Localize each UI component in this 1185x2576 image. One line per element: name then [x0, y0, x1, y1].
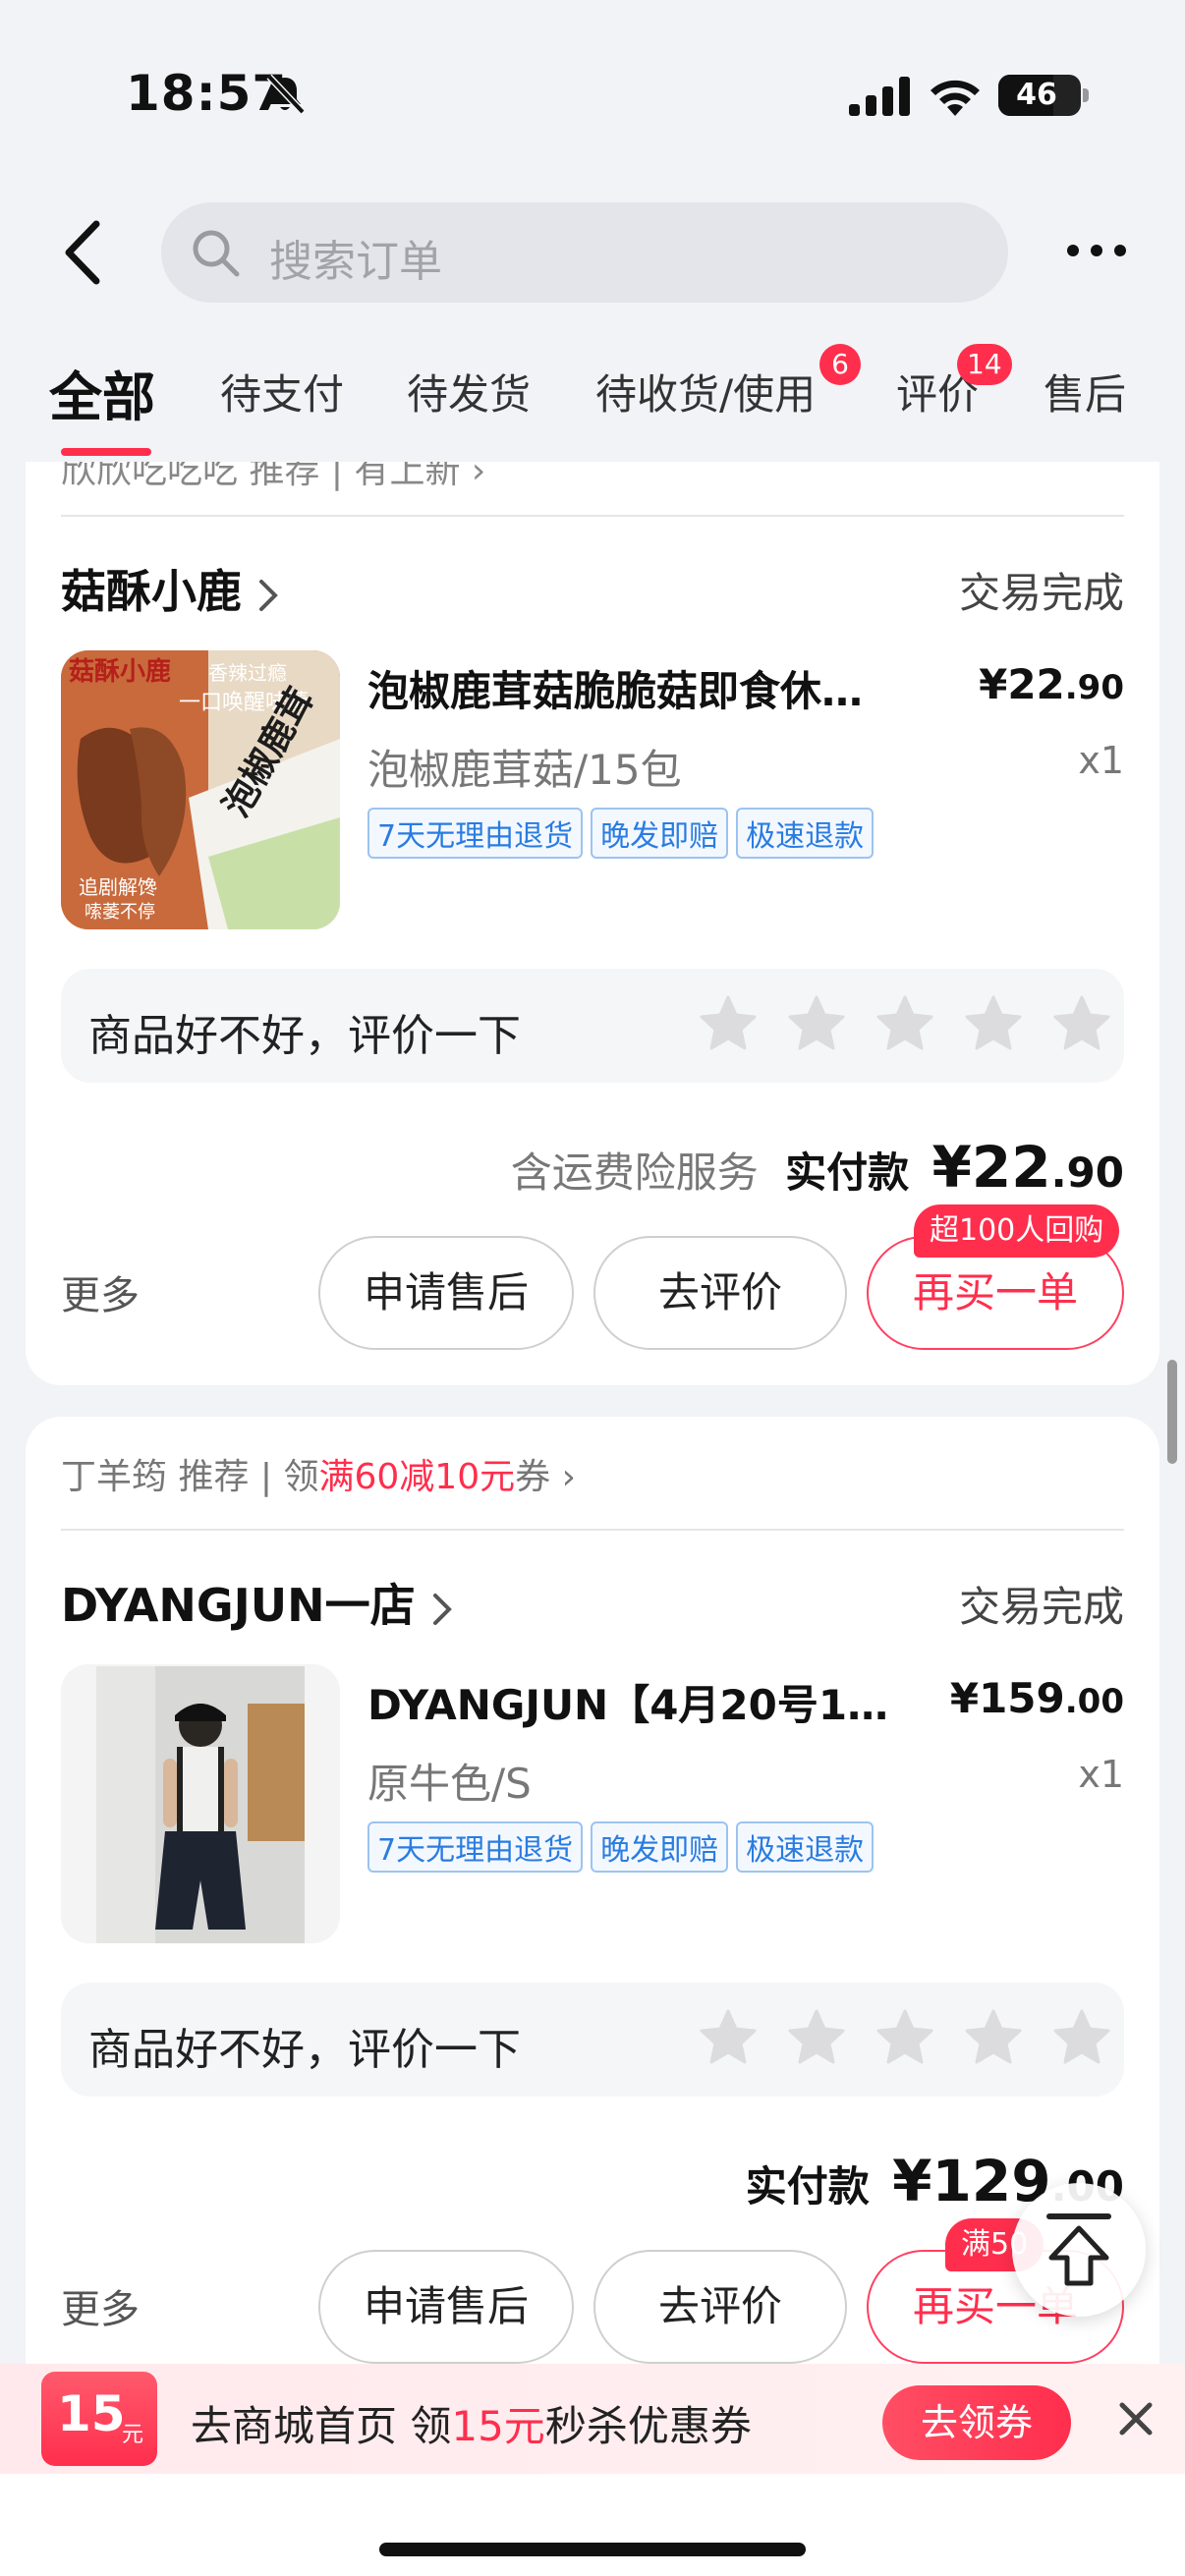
wifi-icon [931, 80, 980, 116]
order-status: 交易完成 [958, 569, 1124, 617]
service-tag: 极速退款 [736, 808, 875, 859]
back-icon[interactable] [59, 218, 108, 287]
status-bar: 18:57 46 [0, 0, 1185, 187]
more-link[interactable]: 更多 [61, 1263, 140, 1320]
star-icon[interactable] [965, 994, 1022, 1051]
order-tabs: 全部 待支付 待发货 待收货/使用 6 评价 14 售后 [0, 334, 1185, 462]
product-image-text: 菇酥小鹿 [69, 656, 171, 687]
review-prompt-bar[interactable]: 商品好不好，评价一下 [61, 1983, 1124, 2097]
star-icon[interactable] [876, 2008, 933, 2065]
scrollbar[interactable] [1167, 1360, 1177, 1464]
product-image[interactable]: 菇酥小鹿 香辣过瘾 一口唤醒味蕾 泡椒鹿茸 追剧解馋 嗦萎不停 [61, 650, 340, 929]
star-icon[interactable] [788, 994, 845, 1051]
review-prompt-bar[interactable]: 商品好不好，评价一下 [61, 969, 1124, 1083]
order-card: 丁羊筠 推荐 | 领满60减10元券 › DYANGJUN一店 交易完成 DYA… [26, 1417, 1159, 2399]
star-rating[interactable] [700, 2008, 1110, 2065]
banner-text: 去商城首页 领15元秒杀优惠券 [191, 2402, 752, 2450]
tab-badge-pending-receipt: 6 [819, 344, 861, 385]
svg-text:嗦萎不停: 嗦萎不停 [85, 902, 155, 923]
star-icon[interactable] [1053, 994, 1110, 1051]
divider [61, 515, 1124, 517]
recommend-strip[interactable]: 丁羊筠 推荐 | 领满60减10元券 › [61, 1448, 576, 1499]
product-quantity: x1 [1078, 739, 1124, 782]
product-price: ¥159.00 [949, 1674, 1124, 1722]
product-title[interactable]: DYANGJUN【4月20号10点上新】 [367, 1672, 898, 1732]
tab-pending-payment[interactable]: 待支付 [220, 362, 344, 421]
shop-name[interactable]: 菇酥小鹿 [61, 556, 279, 621]
product-quantity: x1 [1078, 1753, 1124, 1796]
order-status: 交易完成 [958, 1583, 1124, 1631]
more-link[interactable]: 更多 [61, 2277, 140, 2334]
close-icon[interactable] [1116, 2399, 1156, 2438]
product-spec: 原牛色/S [367, 1760, 532, 1808]
shop-name[interactable]: DYANGJUN一店 [61, 1570, 453, 1635]
bell-off-icon [266, 74, 306, 115]
signal-icon [849, 77, 910, 116]
service-tag: 7天无理由退货 [367, 808, 584, 859]
star-icon[interactable] [788, 2008, 845, 2065]
chevron-right-icon [432, 1593, 452, 1625]
service-tag: 极速退款 [736, 1821, 875, 1873]
product-spec: 泡椒鹿茸菇/15包 [367, 746, 682, 794]
after-sale-button[interactable]: 申请售后 [318, 1236, 574, 1350]
service-tag: 晚发即赔 [591, 1821, 729, 1873]
search-placeholder: 搜索订单 [269, 237, 442, 287]
service-tag: 7天无理由退货 [367, 1821, 584, 1873]
star-icon[interactable] [876, 994, 933, 1051]
home-indicator[interactable] [379, 2543, 806, 2556]
home-indicator-area [0, 2474, 1185, 2576]
service-tag: 晚发即赔 [591, 808, 729, 859]
order-card: 欣欣吃吃吃 推荐 | 有上新 › 菇酥小鹿 交易完成 菇酥小鹿 香辣过瘾 一口唤… [26, 462, 1159, 1385]
recommend-strip[interactable]: 欣欣吃吃吃 推荐 | 有上新 › [61, 462, 485, 493]
tab-pending-shipment[interactable]: 待发货 [407, 362, 531, 421]
coupon-banner[interactable]: 15 元 去商城首页 领15元秒杀优惠券 去领券 [0, 2364, 1185, 2474]
tab-underline [61, 448, 151, 456]
star-icon[interactable] [700, 2008, 757, 2065]
arrow-up-icon [1046, 2213, 1111, 2286]
back-to-top-button[interactable] [1012, 2183, 1146, 2317]
service-tags: 7天无理由退货 晚发即赔 极速退款 [367, 808, 875, 859]
star-icon[interactable] [965, 2008, 1022, 2065]
star-rating[interactable] [700, 994, 1110, 1051]
tab-all[interactable]: 全部 [49, 354, 155, 431]
tab-badge-review: 14 [957, 344, 1012, 385]
battery-indicator: 46 [998, 75, 1089, 116]
after-sale-button[interactable]: 申请售后 [318, 2250, 574, 2364]
paid-label: 实付款 [745, 2162, 870, 2211]
tab-pending-receipt[interactable]: 待收货/使用 [595, 362, 816, 421]
product-title[interactable]: 泡椒鹿茸菇脆脆菇即食休闲零食 [367, 658, 898, 718]
review-prompt-text: 商品好不好，评价一下 [88, 1011, 521, 1061]
search-icon [193, 230, 240, 277]
coupon-icon: 15 元 [41, 2372, 157, 2466]
paid-label: 实付款 [785, 1148, 910, 1197]
divider [61, 1529, 1124, 1531]
review-prompt-text: 商品好不好，评价一下 [88, 2025, 521, 2075]
star-icon[interactable] [700, 994, 757, 1051]
svg-text:香辣过瘾: 香辣过瘾 [208, 661, 287, 685]
chevron-right-icon [259, 579, 278, 611]
tab-after-sale[interactable]: 售后 [1044, 362, 1126, 421]
search-input[interactable]: 搜索订单 [161, 202, 1008, 303]
review-button[interactable]: 去评价 [593, 2250, 847, 2364]
star-icon[interactable] [1053, 2008, 1110, 2065]
insurance-label: 含运费险服务 [510, 1148, 759, 1197]
paid-amount: ¥22.90 [931, 1134, 1124, 1201]
service-tags: 7天无理由退货 晚发即赔 极速退款 [367, 1821, 875, 1873]
rebuy-badge: 超100人回购 [914, 1204, 1120, 1258]
payment-summary: 含运费险服务 实付款 ¥22.90 [511, 1134, 1124, 1201]
svg-text:追剧解馋: 追剧解馋 [79, 875, 157, 899]
more-icon[interactable] [1065, 236, 1128, 265]
claim-coupon-button[interactable]: 去领券 [882, 2385, 1071, 2460]
product-image[interactable] [61, 1664, 340, 1943]
review-button[interactable]: 去评价 [593, 1236, 847, 1350]
product-price: ¥22.90 [979, 660, 1124, 708]
